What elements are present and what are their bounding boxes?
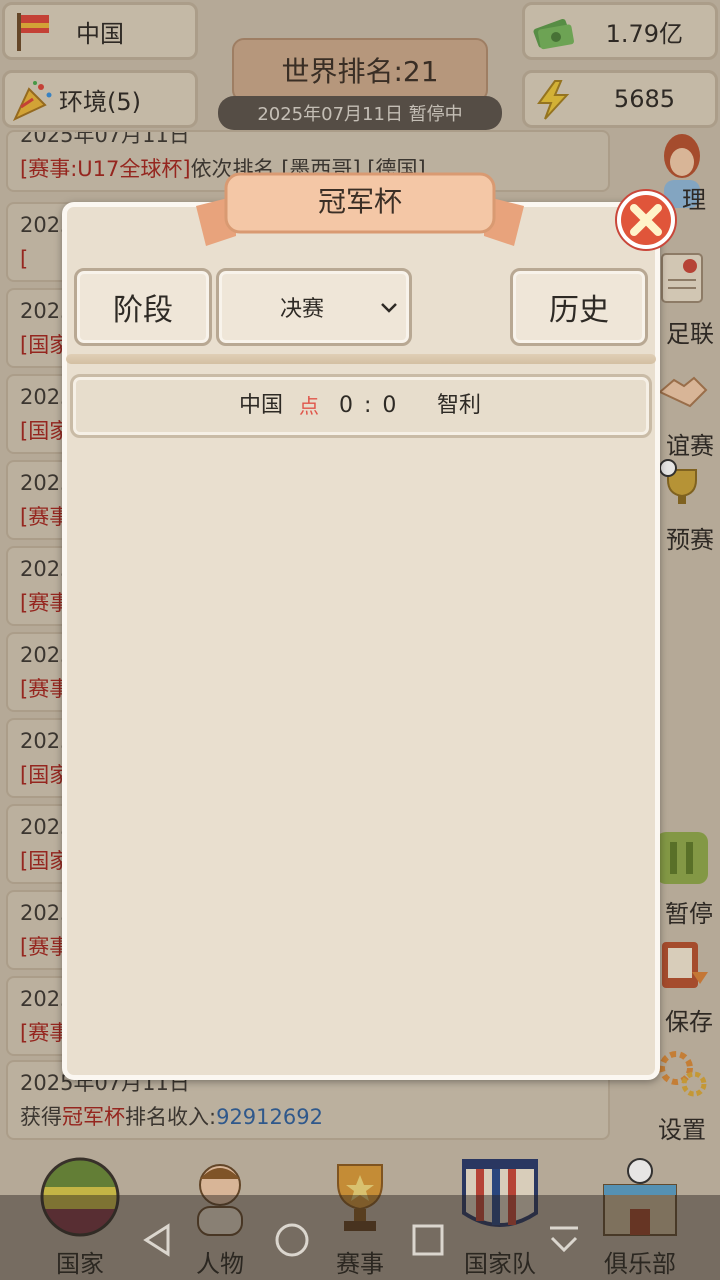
dialog-title: 冠军杯 bbox=[317, 185, 402, 218]
match-home-team: 中国 bbox=[239, 393, 284, 418]
history-button-label: 历史 bbox=[549, 293, 609, 328]
divider bbox=[66, 354, 656, 364]
stage-button-label: 阶段 bbox=[113, 293, 173, 328]
match-penalty-mark: 点 bbox=[299, 394, 319, 418]
match-row[interactable]: 中国 点 0 : 0 智利 bbox=[70, 374, 652, 438]
close-icon[interactable] bbox=[614, 188, 678, 252]
stage-select[interactable]: 决赛 bbox=[216, 268, 412, 346]
match-away-team: 智利 bbox=[437, 393, 482, 418]
stage-select-value: 决赛 bbox=[279, 297, 324, 322]
chevron-down-icon bbox=[381, 303, 397, 313]
match-score: 0 : 0 bbox=[339, 393, 399, 418]
history-button[interactable]: 历史 bbox=[510, 268, 648, 346]
stage-button[interactable]: 阶段 bbox=[74, 268, 212, 346]
